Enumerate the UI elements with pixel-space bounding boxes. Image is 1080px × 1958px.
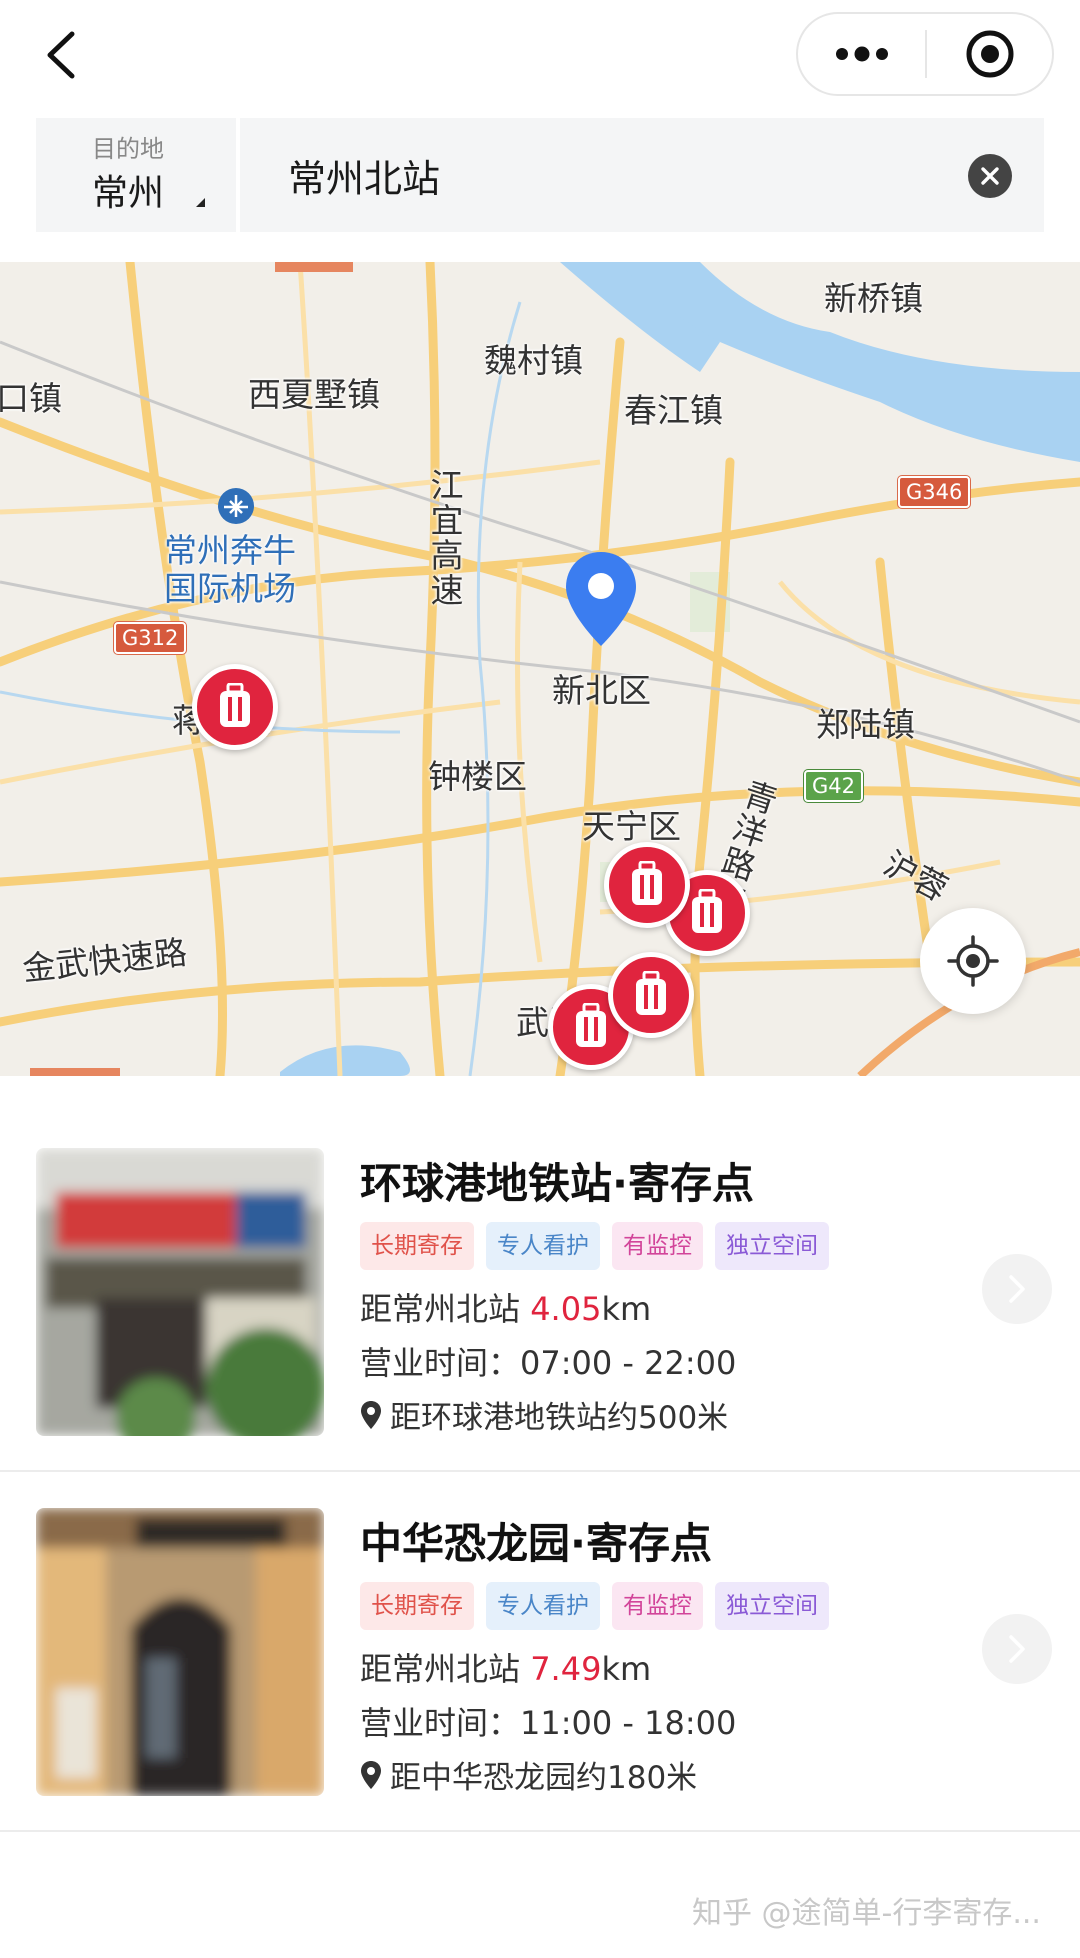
business-hours: 营业时间：11:00 - 18:00 bbox=[360, 1704, 737, 1742]
map-pin-icon bbox=[361, 1760, 381, 1789]
tag-monitored: 有监控 bbox=[612, 1582, 703, 1630]
map-label-chunjiang: 春江镇 bbox=[624, 391, 723, 430]
nearby-landmark: 距中华恐龙园约180米 bbox=[360, 1752, 697, 1797]
station-photo bbox=[36, 1508, 324, 1796]
road-badge-g346: G346 bbox=[898, 476, 971, 508]
search-input[interactable] bbox=[286, 144, 930, 206]
more-dots-icon bbox=[835, 46, 888, 62]
tag-monitored: 有监控 bbox=[612, 1222, 703, 1270]
map-label-jiangyi: 江宜高速 bbox=[425, 468, 464, 608]
tag-row: 长期寄存 专人看护 有监控 独立空间 bbox=[360, 1582, 841, 1630]
locate-crosshair-icon bbox=[947, 935, 999, 987]
dropdown-caret-icon bbox=[196, 198, 205, 207]
map-label-weicun: 魏村镇 bbox=[484, 341, 583, 380]
tag-attended: 专人看护 bbox=[486, 1582, 600, 1630]
chevron-left-icon bbox=[47, 31, 75, 79]
station-title: 环球港地铁站·寄存点 bbox=[360, 1159, 754, 1208]
tag-attended: 专人看护 bbox=[486, 1222, 600, 1270]
station-title: 中华恐龙园·寄存点 bbox=[360, 1519, 712, 1568]
distance-prefix: 距常州北站 bbox=[360, 1290, 531, 1328]
clear-search-button[interactable] bbox=[968, 154, 1012, 198]
map-label-airport-2: 国际机场 bbox=[164, 569, 296, 608]
station-list: 环球港地铁站·寄存点 长期寄存 专人看护 有监控 独立空间 距常州北站 4.05… bbox=[0, 1112, 1080, 1832]
luggage-pin[interactable] bbox=[192, 664, 278, 750]
distance-text: 距常州北站 7.49km bbox=[360, 1644, 651, 1690]
luggage-icon bbox=[636, 971, 666, 1015]
search-box bbox=[240, 118, 1044, 232]
luggage-icon bbox=[220, 683, 250, 727]
close-mini-program-button[interactable] bbox=[927, 14, 1052, 94]
map-label-xinbei: 新北区 bbox=[552, 671, 651, 710]
map-label-tianning: 天宁区 bbox=[582, 807, 681, 846]
business-hours: 营业时间：07:00 - 22:00 bbox=[360, 1344, 737, 1382]
destination-label: 目的地 bbox=[92, 135, 164, 163]
luggage-pin[interactable] bbox=[604, 842, 690, 928]
map-label-kou: 口镇 bbox=[0, 379, 62, 418]
distance-unit: km bbox=[601, 1290, 652, 1328]
destination-selector[interactable]: 目的地 常州 bbox=[36, 118, 236, 232]
station-card[interactable]: 环球港地铁站·寄存点 长期寄存 专人看护 有监控 独立空间 距常州北站 4.05… bbox=[0, 1112, 1080, 1472]
map-label-xixiashu: 西夏墅镇 bbox=[248, 375, 380, 414]
luggage-icon bbox=[576, 1003, 606, 1047]
nearby-text: 距环球港地铁站约500米 bbox=[390, 1400, 729, 1436]
map-label-zhonglou: 钟楼区 bbox=[428, 757, 527, 796]
detail-arrow-button[interactable] bbox=[982, 1614, 1052, 1684]
back-button[interactable] bbox=[36, 22, 86, 88]
station-card[interactable]: 中华恐龙园·寄存点 长期寄存 专人看护 有监控 独立空间 距常州北站 7.49k… bbox=[0, 1472, 1080, 1832]
detail-arrow-button[interactable] bbox=[982, 1254, 1052, 1324]
distance-prefix: 距常州北站 bbox=[360, 1650, 531, 1688]
luggage-icon bbox=[632, 861, 662, 905]
chevron-right-icon bbox=[1009, 1635, 1025, 1663]
map-label-zhenglu: 郑陆镇 bbox=[816, 705, 915, 744]
luggage-icon bbox=[692, 889, 722, 933]
nearby-landmark: 距环球港地铁站约500米 bbox=[360, 1392, 728, 1437]
locate-me-button[interactable] bbox=[920, 908, 1026, 1014]
station-photo bbox=[36, 1148, 324, 1436]
airport-icon bbox=[218, 488, 254, 524]
mini-program-capsule bbox=[796, 12, 1054, 96]
road-badge-g312: G312 bbox=[114, 622, 187, 654]
map-label-xinqiao: 新桥镇 bbox=[824, 279, 923, 318]
distance-unit: km bbox=[601, 1650, 652, 1688]
top-bar bbox=[0, 0, 1080, 110]
target-circle-icon bbox=[966, 30, 1013, 78]
chevron-right-icon bbox=[1009, 1275, 1025, 1303]
location-marker-icon[interactable] bbox=[562, 550, 640, 650]
distance-text: 距常州北站 4.05km bbox=[360, 1284, 651, 1330]
road-badge-g42: G42 bbox=[804, 770, 863, 802]
nearby-text: 距中华恐龙园约180米 bbox=[390, 1760, 698, 1796]
search-row: 目的地 常州 bbox=[36, 118, 1044, 232]
destination-city: 常州 bbox=[92, 173, 165, 214]
distance-value: 7.49 bbox=[530, 1650, 602, 1688]
tag-private-space: 独立空间 bbox=[715, 1582, 829, 1630]
tag-private-space: 独立空间 bbox=[715, 1222, 829, 1270]
distance-value: 4.05 bbox=[530, 1290, 602, 1328]
tag-long-term: 长期寄存 bbox=[360, 1582, 474, 1630]
tag-long-term: 长期寄存 bbox=[360, 1222, 474, 1270]
luggage-pin[interactable] bbox=[608, 952, 694, 1038]
map-view[interactable]: 新桥镇 魏村镇 西夏墅镇 春江镇 口镇 常州奔牛 国际机场 江宜高速 新北区 蒋… bbox=[0, 262, 1080, 1076]
watermark: 知乎 @途简单-行李寄存... bbox=[692, 1896, 1041, 1931]
map-pin-icon bbox=[361, 1400, 381, 1429]
more-button[interactable] bbox=[798, 14, 925, 94]
tag-row: 长期寄存 专人看护 有监控 独立空间 bbox=[360, 1222, 841, 1270]
clear-x-icon bbox=[981, 167, 999, 185]
